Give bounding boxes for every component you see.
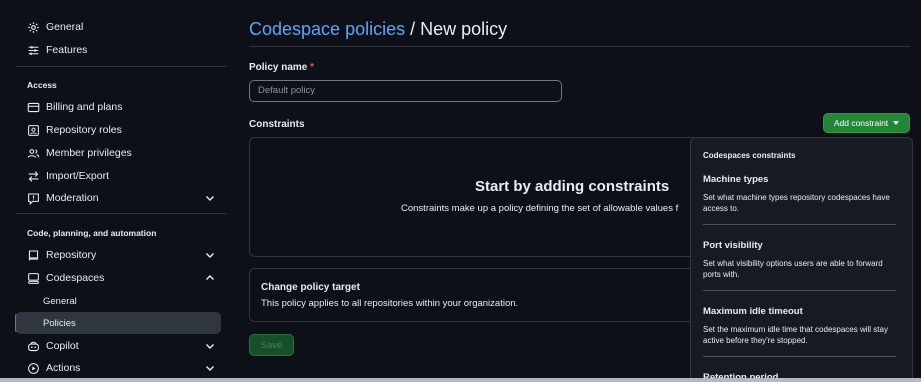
sidebar-item-label: Repository roles — [46, 124, 122, 136]
sidebar-item-label: Actions — [46, 362, 81, 374]
sidebar-item-label: Moderation — [46, 192, 99, 204]
caret-down-icon — [893, 121, 900, 125]
sidebar-item-repository[interactable]: Repository — [16, 244, 226, 266]
policy-name-label-text: Policy name — [249, 62, 308, 73]
chevron-down-icon[interactable] — [204, 362, 216, 374]
chevron-down-icon[interactable] — [204, 340, 216, 352]
menu-header: Codespaces constraints — [703, 151, 796, 160]
menu-item-title: Port visibility — [703, 240, 763, 251]
menu-item-description: Set the maximum idle time that codespace… — [703, 325, 888, 345]
menu-divider — [703, 356, 896, 357]
menu-item-port-visibility[interactable]: Port visibility Set what visibility opti… — [703, 240, 897, 280]
copilot-icon — [27, 340, 40, 353]
breadcrumb-separator: / — [405, 19, 421, 39]
gear-icon — [27, 21, 40, 34]
sidebar-item-label: General — [43, 295, 77, 307]
save-button[interactable]: Save — [249, 334, 294, 356]
horizontal-scrollbar[interactable] — [0, 378, 921, 382]
sidebar-subitem-general[interactable]: General — [16, 290, 226, 312]
sidebar-item-codespaces[interactable]: Codespaces — [16, 267, 226, 289]
menu-item-title: Machine types — [703, 174, 769, 185]
sidebar-subitem-policies[interactable]: Policies — [16, 312, 221, 334]
sliders-icon — [27, 44, 40, 57]
menu-item-description: Set what machine types repository codesp… — [703, 193, 890, 213]
sidebar-divider — [16, 213, 226, 214]
chevron-down-icon[interactable] — [204, 192, 216, 204]
sidebar-item-label: Import/Export — [46, 170, 110, 182]
breadcrumb-link-codespace-policies[interactable]: Codespace policies — [249, 19, 405, 39]
policy-name-label: Policy name * — [249, 62, 314, 73]
section-title-code-planning: Code, planning, and automation — [27, 228, 157, 238]
sidebar-item-copilot[interactable]: Copilot — [16, 335, 226, 357]
required-mark: * — [310, 62, 315, 73]
report-icon — [27, 192, 40, 205]
add-constraint-menu: Codespaces constraints Machine types Set… — [690, 137, 913, 382]
sidebar-item-label: Repository — [46, 249, 97, 261]
play-icon — [27, 362, 40, 375]
sidebar-item-label: General — [46, 21, 84, 33]
page-title: Codespace policies / New policy — [249, 19, 507, 40]
sidebar-item-label: Features — [46, 44, 88, 56]
sidebar-item-label: Copilot — [46, 340, 79, 352]
sidebar-item-billing[interactable]: Billing and plans — [16, 96, 226, 118]
change-policy-target-description: This policy applies to all repositories … — [261, 298, 519, 309]
sidebar-item-label: Policies — [43, 317, 76, 329]
constraints-label: Constraints — [249, 119, 305, 130]
page-title-text: New policy — [420, 19, 508, 39]
menu-item-description: Set what visibility options users are ab… — [703, 259, 883, 279]
sidebar-item-moderation[interactable]: Moderation — [16, 187, 226, 209]
sidebar-item-actions[interactable]: Actions — [16, 357, 226, 379]
sidebar-item-repository-roles[interactable]: Repository roles — [16, 119, 226, 141]
menu-item-machine-types[interactable]: Machine types Set what machine types rep… — [703, 174, 897, 214]
chevron-up-icon[interactable] — [204, 272, 216, 284]
settings-sidebar: General Features Access Billing and plan… — [0, 0, 232, 382]
menu-divider — [703, 290, 896, 291]
add-constraint-button[interactable]: Add constraint — [823, 113, 910, 133]
menu-divider — [703, 224, 896, 225]
change-policy-target-title: Change policy target — [261, 282, 360, 293]
empty-state-description: Constraints make up a policy defining th… — [401, 203, 679, 214]
sidebar-divider — [16, 66, 226, 67]
menu-item-maximum-idle-timeout[interactable]: Maximum idle timeout Set the maximum idl… — [703, 306, 897, 346]
repo-icon — [27, 249, 40, 262]
codespaces-icon — [27, 272, 40, 285]
arrow-switch-icon — [27, 170, 40, 183]
policy-name-input[interactable]: Default policy — [249, 80, 562, 102]
credit-card-icon — [27, 101, 40, 114]
sidebar-item-label: Codespaces — [46, 272, 105, 284]
section-title-access: Access — [27, 80, 57, 90]
repo-roles-icon — [27, 124, 40, 137]
title-divider — [249, 46, 910, 47]
sidebar-item-member-privileges[interactable]: Member privileges — [16, 142, 226, 164]
sidebar-item-label: Member privileges — [46, 147, 132, 159]
empty-state-title: Start by adding constraints — [475, 178, 670, 195]
sidebar-item-general[interactable]: General — [16, 16, 226, 38]
people-icon — [27, 147, 40, 160]
add-constraint-label: Add constraint — [833, 118, 889, 128]
sidebar-item-import-export[interactable]: Import/Export — [16, 165, 226, 187]
menu-item-title: Maximum idle timeout — [703, 306, 803, 317]
chevron-down-icon[interactable] — [204, 249, 216, 261]
sidebar-item-features[interactable]: Features — [16, 39, 226, 61]
sidebar-item-label: Billing and plans — [46, 101, 123, 113]
